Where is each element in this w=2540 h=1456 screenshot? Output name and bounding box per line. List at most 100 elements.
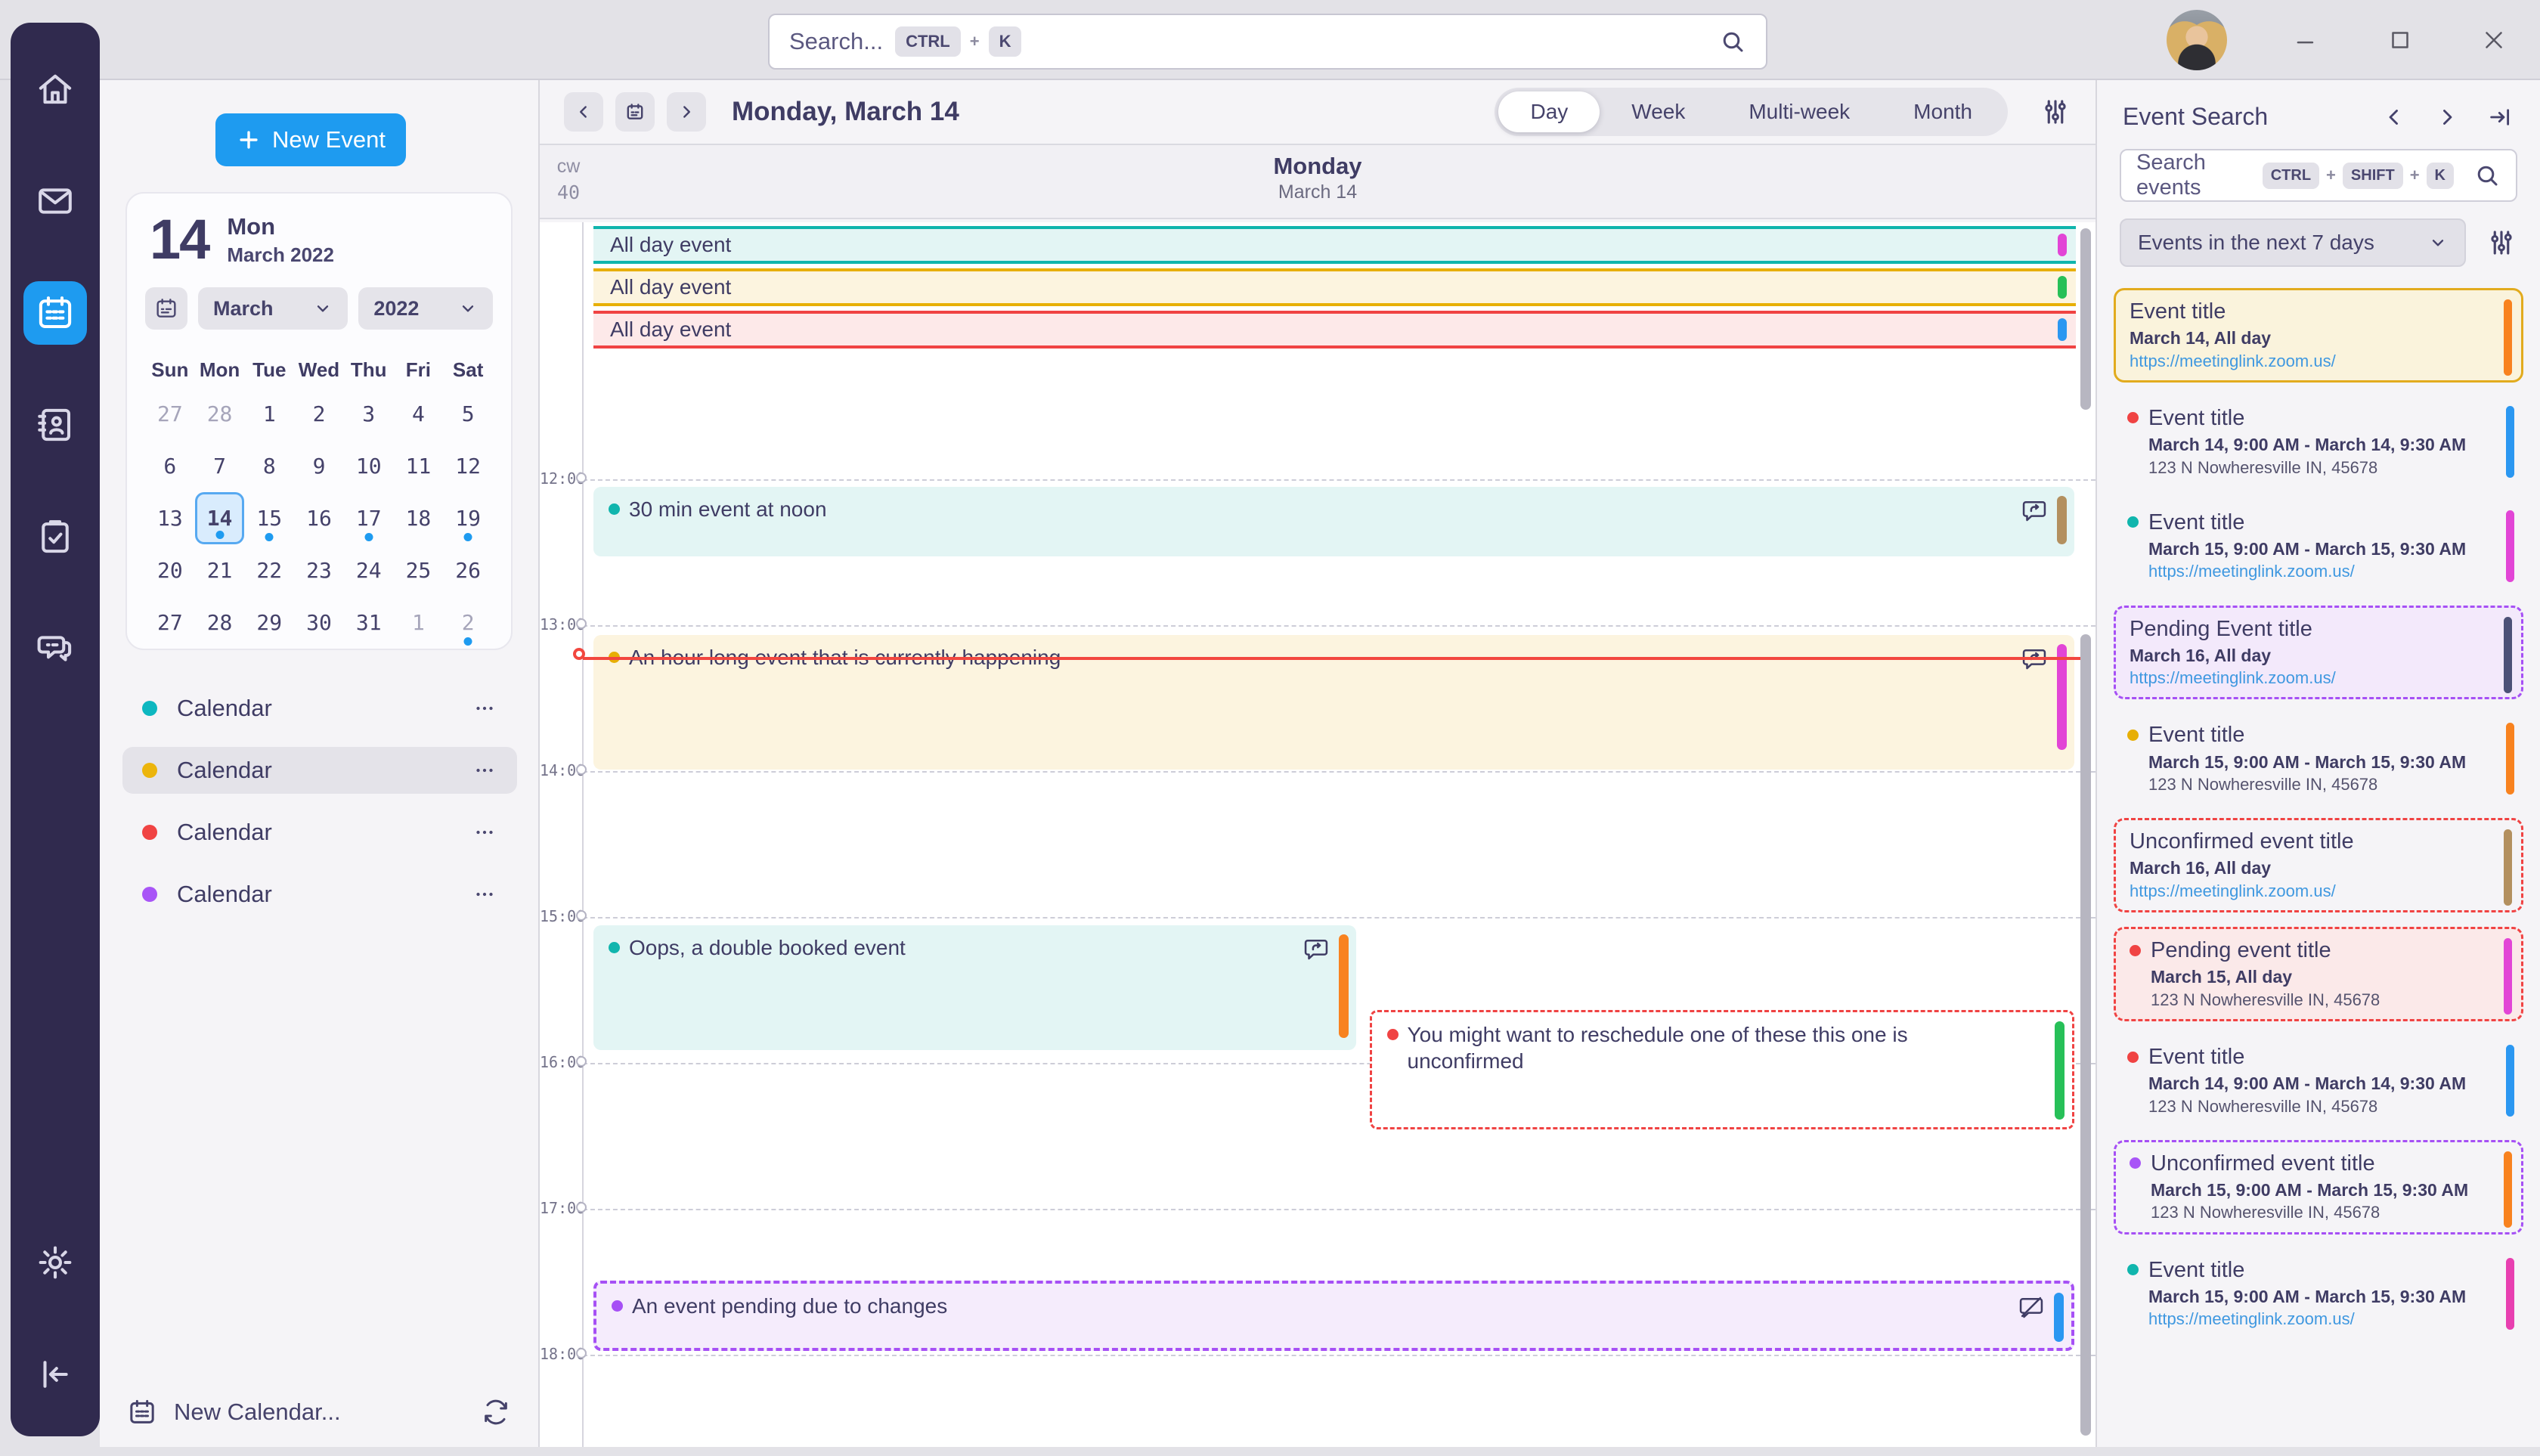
calendar-event[interactable]: An hour long event that is currently hap… bbox=[593, 635, 2074, 770]
calendar-event[interactable]: 30 min event at noon bbox=[593, 487, 2074, 556]
day-grid[interactable]: 12:0013:0014:0015:0016:0017:0018:00All d… bbox=[540, 222, 2096, 1447]
calendar-list-item[interactable]: Calendar bbox=[122, 747, 517, 794]
minical-day[interactable]: 20 bbox=[145, 544, 195, 596]
view-options-icon[interactable] bbox=[2040, 96, 2071, 128]
minical-day[interactable]: 5 bbox=[443, 388, 493, 440]
minical-day[interactable]: 23 bbox=[294, 544, 344, 596]
global-search-input[interactable]: Search... CTRL+K bbox=[768, 14, 1767, 70]
search-icon[interactable] bbox=[1719, 28, 1746, 55]
minical-day[interactable]: 22 bbox=[244, 544, 294, 596]
sidebar-item-collapse[interactable] bbox=[23, 1343, 87, 1406]
result-meeting-link[interactable]: https://meetinglink.zoom.us/ bbox=[2130, 669, 2488, 687]
sync-icon[interactable] bbox=[481, 1397, 511, 1427]
minical-day[interactable]: 6 bbox=[145, 440, 195, 492]
event-search-result[interactable]: Event titleMarch 14, 9:00 AM - March 14,… bbox=[2114, 397, 2523, 487]
minical-day[interactable]: 30 bbox=[294, 596, 344, 649]
collapse-panel-icon[interactable] bbox=[2487, 104, 2513, 130]
minical-day[interactable]: 7 bbox=[195, 440, 245, 492]
calendar-list-item[interactable]: Calendar bbox=[122, 685, 517, 732]
tab-view-month[interactable]: Month bbox=[1882, 91, 2004, 132]
event-search-result[interactable]: Unconfirmed event titleMarch 16, All day… bbox=[2114, 818, 2523, 912]
result-meeting-link[interactable]: https://meetinglink.zoom.us/ bbox=[2148, 1310, 2490, 1328]
sidebar-item-address-book[interactable] bbox=[23, 393, 87, 457]
allday-scrollbar[interactable] bbox=[2080, 228, 2091, 410]
filter-options-icon[interactable] bbox=[2486, 227, 2517, 259]
maximize-button[interactable] bbox=[2386, 26, 2415, 54]
minical-day[interactable]: 3 bbox=[344, 388, 394, 440]
event-search-result[interactable]: Unconfirmed event titleMarch 15, 9:00 AM… bbox=[2114, 1140, 2523, 1235]
chevron-right-icon[interactable] bbox=[2434, 104, 2460, 130]
result-meeting-link[interactable]: https://meetinglink.zoom.us/ bbox=[2148, 562, 2490, 581]
calendar-event[interactable]: You might want to reschedule one of thes… bbox=[1370, 1010, 2074, 1129]
calendar-list-item[interactable]: Calendar bbox=[122, 809, 517, 856]
calendar-event[interactable]: An event pending due to changes bbox=[593, 1281, 2074, 1351]
event-search-result[interactable]: Event titleMarch 15, 9:00 AM - March 15,… bbox=[2114, 714, 2523, 804]
minical-day[interactable]: 1 bbox=[244, 388, 294, 440]
tab-view-multi-week[interactable]: Multi-week bbox=[1717, 91, 1882, 132]
all-day-event[interactable]: All day event bbox=[593, 226, 2076, 264]
sidebar-item-mail[interactable] bbox=[23, 169, 87, 233]
tab-view-week[interactable]: Week bbox=[1600, 91, 1717, 132]
next-day-button[interactable] bbox=[667, 92, 706, 132]
event-range-select[interactable]: Events in the next 7 days bbox=[2120, 218, 2466, 267]
minical-day[interactable]: 12 bbox=[443, 440, 493, 492]
previous-day-button[interactable] bbox=[564, 92, 603, 132]
minical-day[interactable]: 13 bbox=[145, 492, 195, 544]
new-calendar-button[interactable]: New Calendar... bbox=[174, 1399, 341, 1426]
calendar-options-button[interactable] bbox=[472, 757, 497, 783]
sidebar-item-home[interactable] bbox=[23, 57, 87, 121]
minical-day[interactable]: 27 bbox=[145, 388, 195, 440]
avatar[interactable] bbox=[2167, 10, 2227, 70]
minical-day[interactable]: 2 bbox=[294, 388, 344, 440]
minical-day[interactable]: 1 bbox=[394, 596, 444, 649]
day-scrollbar[interactable] bbox=[2080, 634, 2091, 1436]
search-icon[interactable] bbox=[2473, 162, 2501, 189]
minical-day[interactable]: 2 bbox=[443, 596, 493, 649]
close-button[interactable] bbox=[2480, 26, 2508, 54]
event-search-result[interactable]: Event titleMarch 14, All dayhttps://meet… bbox=[2114, 288, 2523, 383]
tab-view-day[interactable]: Day bbox=[1498, 91, 1600, 132]
event-search-result[interactable]: Event titleMarch 14, 9:00 AM - March 14,… bbox=[2114, 1036, 2523, 1126]
sidebar-item-settings[interactable] bbox=[23, 1231, 87, 1294]
result-meeting-link[interactable]: https://meetinglink.zoom.us/ bbox=[2130, 352, 2488, 370]
event-search-result[interactable]: Pending Event titleMarch 16, All dayhttp… bbox=[2114, 606, 2523, 700]
chevron-left-icon[interactable] bbox=[2381, 104, 2407, 130]
calendar-options-button[interactable] bbox=[472, 819, 497, 845]
all-day-event[interactable]: All day event bbox=[593, 311, 2076, 349]
minical-day[interactable]: 28 bbox=[195, 388, 245, 440]
month-select[interactable]: March bbox=[198, 287, 348, 330]
new-event-button[interactable]: New Event bbox=[215, 113, 406, 166]
minical-day[interactable]: 9 bbox=[294, 440, 344, 492]
minical-day[interactable]: 14 bbox=[195, 492, 245, 544]
minical-day[interactable]: 25 bbox=[394, 544, 444, 596]
minical-day[interactable]: 28 bbox=[195, 596, 245, 649]
event-search-result[interactable]: Pending event titleMarch 15, All day123 … bbox=[2114, 927, 2523, 1021]
minical-day[interactable]: 11 bbox=[394, 440, 444, 492]
all-day-event[interactable]: All day event bbox=[593, 268, 2076, 306]
minical-day[interactable]: 31 bbox=[344, 596, 394, 649]
minical-day[interactable]: 19 bbox=[443, 492, 493, 544]
date-picker-button[interactable] bbox=[145, 287, 187, 330]
event-search-result[interactable]: Event titleMarch 15, 9:00 AM - March 15,… bbox=[2114, 1249, 2523, 1339]
minical-day[interactable]: 18 bbox=[394, 492, 444, 544]
calendar-options-button[interactable] bbox=[472, 695, 497, 721]
result-meeting-link[interactable]: https://meetinglink.zoom.us/ bbox=[2130, 882, 2488, 900]
minical-day[interactable]: 21 bbox=[195, 544, 245, 596]
minimize-button[interactable] bbox=[2292, 26, 2321, 54]
minical-day[interactable]: 29 bbox=[244, 596, 294, 649]
minical-day[interactable]: 15 bbox=[244, 492, 294, 544]
year-select[interactable]: 2022 bbox=[358, 287, 493, 330]
event-search-input[interactable]: Search events CTRL+SHIFT+K bbox=[2120, 149, 2517, 202]
minical-day[interactable]: 16 bbox=[294, 492, 344, 544]
calendar-list-item[interactable]: Calendar bbox=[122, 871, 517, 918]
minical-day[interactable]: 10 bbox=[344, 440, 394, 492]
minical-day[interactable]: 8 bbox=[244, 440, 294, 492]
sidebar-item-chat[interactable] bbox=[23, 617, 87, 680]
today-button[interactable] bbox=[615, 92, 655, 132]
sidebar-item-tasks[interactable] bbox=[23, 505, 87, 568]
minical-day[interactable]: 27 bbox=[145, 596, 195, 649]
minical-day[interactable]: 26 bbox=[443, 544, 493, 596]
calendar-options-button[interactable] bbox=[472, 881, 497, 907]
minical-day[interactable]: 17 bbox=[344, 492, 394, 544]
event-search-result[interactable]: Event titleMarch 15, 9:00 AM - March 15,… bbox=[2114, 501, 2523, 591]
